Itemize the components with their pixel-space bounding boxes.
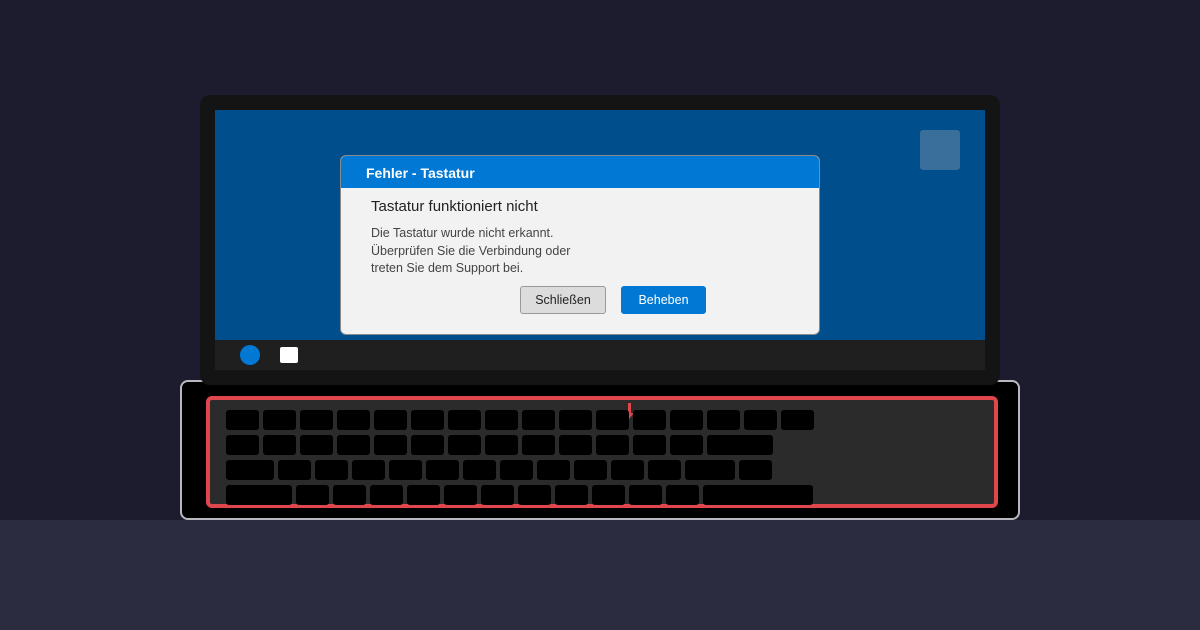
laptop-base (180, 380, 1020, 520)
close-button[interactable]: Schließen (520, 286, 606, 314)
keyboard-key (559, 435, 592, 455)
desktop-screen: Fehler - Tastatur Tastatur funktioniert … (215, 110, 985, 340)
keyboard-key (500, 460, 533, 480)
desktop-shortcut-icon[interactable] (920, 130, 960, 170)
keyboard-key (226, 435, 259, 455)
keyboard-key (426, 460, 459, 480)
keyboard-key (300, 435, 333, 455)
keyboard-key (278, 460, 311, 480)
keyboard-key (739, 460, 772, 480)
keyboard-key (407, 485, 440, 505)
keyboard-key (555, 485, 588, 505)
keyboard-key (596, 435, 629, 455)
keyboard-key (633, 410, 666, 430)
keyboard-key (448, 435, 481, 455)
keyboard-key (481, 485, 514, 505)
keyboard-key (522, 410, 555, 430)
keyboard-key (352, 460, 385, 480)
keyboard-key (781, 410, 814, 430)
keyboard-key (666, 485, 699, 505)
app-window-icon[interactable] (280, 347, 298, 363)
keyboard-key (537, 460, 570, 480)
keyboard-key (337, 410, 370, 430)
keyboard-key (374, 435, 407, 455)
keyboard-key (337, 435, 370, 455)
keyboard-key (685, 460, 735, 480)
dialog-message: Die Tastatur wurde nicht erkannt. Überpr… (371, 225, 570, 278)
start-button-icon[interactable] (240, 345, 260, 365)
desk-surface (0, 520, 1200, 630)
keyboard-key (485, 435, 518, 455)
keyboard-key (703, 485, 813, 505)
keyboard-key (263, 410, 296, 430)
keyboard-key (574, 460, 607, 480)
keyboard-highlight[interactable] (206, 396, 998, 508)
keyboard-key (333, 485, 366, 505)
keyboard-key (592, 485, 625, 505)
keyboard-key (670, 410, 703, 430)
error-dialog: Fehler - Tastatur Tastatur funktioniert … (340, 155, 820, 335)
fix-button[interactable]: Beheben (621, 286, 706, 314)
keyboard-key (370, 485, 403, 505)
laptop-lid: Fehler - Tastatur Tastatur funktioniert … (200, 95, 1000, 385)
keyboard-key (411, 435, 444, 455)
keyboard-key (707, 435, 773, 455)
keyboard-key (411, 410, 444, 430)
keyboard-key (374, 410, 407, 430)
keyboard-key (744, 410, 777, 430)
keyboard-key (670, 435, 703, 455)
keyboard-key (559, 410, 592, 430)
dialog-message-line: Überprüfen Sie die Verbindung oder (371, 243, 571, 258)
keyboard-key (611, 460, 644, 480)
keyboard-key (463, 460, 496, 480)
dialog-message-line: Die Tastatur wurde nicht erkannt. (371, 226, 554, 240)
keyboard-key (633, 435, 666, 455)
keyboard-key (485, 410, 518, 430)
keyboard-key (315, 460, 348, 480)
keyboard-key (518, 485, 551, 505)
keyboard-key (226, 485, 292, 505)
dialog-title: Fehler - Tastatur (341, 156, 819, 188)
dialog-message-line: treten Sie dem Support bei. (371, 261, 524, 275)
keyboard-key (226, 410, 259, 430)
keyboard-key (448, 410, 481, 430)
keyboard-key (707, 410, 740, 430)
keyboard-key (596, 410, 629, 430)
keyboard-key (300, 410, 333, 430)
taskbar (215, 340, 985, 370)
keyboard-key (629, 485, 662, 505)
keyboard-key (296, 485, 329, 505)
keyboard-key (263, 435, 296, 455)
keyboard-key (522, 435, 555, 455)
keyboard-key (389, 460, 422, 480)
keyboard-key (226, 460, 274, 480)
keyboard-key (444, 485, 477, 505)
dialog-heading: Tastatur funktioniert nicht (371, 198, 538, 215)
keyboard-key (648, 460, 681, 480)
